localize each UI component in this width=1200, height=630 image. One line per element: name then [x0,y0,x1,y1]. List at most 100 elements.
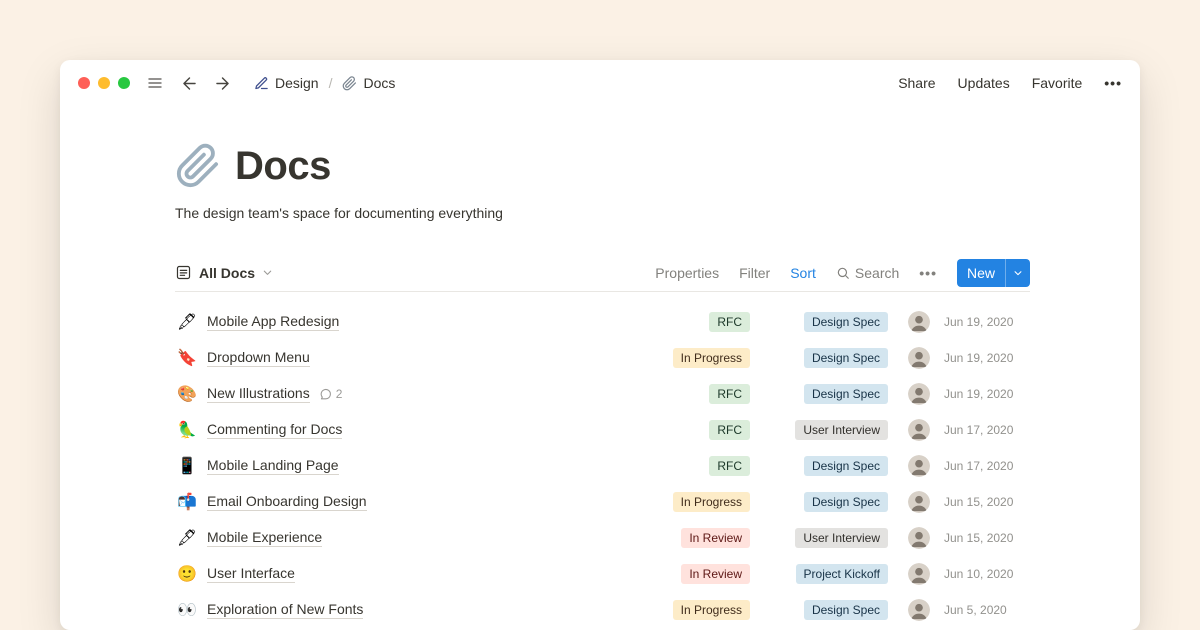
doc-emoji-icon: 🎨 [175,384,199,404]
avatar [908,491,930,513]
new-button-label: New [957,259,1005,287]
doc-title-link[interactable]: Mobile Landing Page [207,457,339,475]
doc-row[interactable]: 🎨 New Illustrations 2 RFC Design Spec Ju… [175,376,1030,412]
doc-date: Jun 19, 2020 [944,387,1030,401]
updates-button[interactable]: Updates [958,75,1010,91]
doc-type-tag: Design Spec [804,600,888,620]
page-header: Docs The design team's space for documen… [175,140,1030,222]
share-button[interactable]: Share [898,75,935,91]
doc-row-meta: In Review User Interview Jun 15, 2020 [632,527,1030,549]
doc-date: Jun 19, 2020 [944,351,1030,365]
more-options-button[interactable]: ••• [1104,75,1122,91]
favorite-button[interactable]: Favorite [1032,75,1083,91]
filter-button[interactable]: Filter [739,265,770,281]
view-toolbar-actions: Properties Filter Sort Search ••• New [655,259,1030,287]
status-tag: RFC [709,456,750,476]
doc-title-link[interactable]: User Interface [207,565,295,583]
breadcrumb-label: Docs [363,75,395,91]
status-tag: In Review [681,564,750,584]
doc-date: Jun 19, 2020 [944,315,1030,329]
doc-row[interactable]: 📱 Mobile Landing Page RFC Design Spec Ju… [175,448,1030,484]
back-button[interactable] [180,74,199,93]
avatar [908,455,930,477]
doc-date: Jun 15, 2020 [944,531,1030,545]
sidebar-toggle-icon[interactable] [146,75,164,91]
close-window-button[interactable] [78,77,90,89]
view-switcher-label: All Docs [199,265,255,281]
status-tag: RFC [709,312,750,332]
doc-row[interactable]: 👀 Exploration of New Fonts In Progress D… [175,592,1030,628]
chevron-down-icon [262,267,273,278]
view-more-button[interactable]: ••• [919,265,937,281]
doc-type-tag: Design Spec [804,348,888,368]
doc-row[interactable]: 🦜 Commenting for Docs RFC User Interview… [175,412,1030,448]
new-button-chevron[interactable] [1006,259,1030,287]
doc-type-tag: Project Kickoff [796,564,888,584]
avatar [908,311,930,333]
paperclip-icon[interactable] [175,143,221,189]
forward-button[interactable] [213,74,232,93]
avatar [908,419,930,441]
page-description[interactable]: The design team's space for documenting … [175,204,1030,222]
doc-date: Jun 17, 2020 [944,423,1030,437]
doc-title-link[interactable]: Dropdown Menu [207,349,310,367]
titlebar-actions: Share Updates Favorite ••• [898,75,1122,91]
new-button[interactable]: New [957,259,1030,287]
doc-list-view-icon [175,264,192,281]
doc-row-meta: In Progress Design Spec Jun 19, 2020 [632,347,1030,369]
doc-row-meta: In Progress Design Spec Jun 5, 2020 [632,599,1030,621]
breadcrumb-label: Design [275,75,319,91]
page-content: Docs The design team's space for documen… [60,140,1140,628]
breadcrumb-item-design[interactable]: Design [250,73,323,93]
doc-title-link[interactable]: New Illustrations [207,385,310,403]
doc-row[interactable]: 🔖 Dropdown Menu In Progress Design Spec … [175,340,1030,376]
status-tag: In Review [681,528,750,548]
doc-row[interactable]: 📬 Email Onboarding Design In Progress De… [175,484,1030,520]
avatar [908,527,930,549]
app-window: Design / Docs Share Updates Favorite ••• [60,60,1140,630]
sort-button[interactable]: Sort [790,265,816,281]
doc-date: Jun 5, 2020 [944,603,1030,617]
minimize-window-button[interactable] [98,77,110,89]
zoom-window-button[interactable] [118,77,130,89]
doc-title-link[interactable]: Mobile Experience [207,529,322,547]
breadcrumb-separator: / [329,75,333,91]
search-label: Search [855,265,899,281]
window-titlebar: Design / Docs Share Updates Favorite ••• [60,60,1140,106]
doc-row[interactable]: 🖋 Mobile Experience In Review User Inter… [175,520,1030,556]
status-tag: RFC [709,384,750,404]
doc-title-link[interactable]: Commenting for Docs [207,421,342,439]
doc-row[interactable]: 🙂 User Interface In Review Project Kicko… [175,556,1030,592]
avatar [908,563,930,585]
doc-type-tag: Design Spec [804,312,888,332]
avatar [908,383,930,405]
search-button[interactable]: Search [836,265,899,281]
doc-type-tag: Design Spec [804,384,888,404]
breadcrumb-item-docs[interactable]: Docs [338,73,399,93]
doc-emoji-icon: 🔖 [175,348,199,368]
doc-row[interactable]: 🖋 Mobile App Redesign RFC Design Spec Ju… [175,304,1030,340]
doc-type-tag: User Interview [795,528,888,548]
doc-row-meta: RFC Design Spec Jun 17, 2020 [632,455,1030,477]
doc-emoji-icon: 📱 [175,456,199,476]
doc-emoji-icon: 🦜 [175,420,199,440]
view-switcher[interactable]: All Docs [175,264,273,281]
doc-type-tag: Design Spec [804,492,888,512]
window-controls [78,77,130,89]
doc-title-link[interactable]: Email Onboarding Design [207,493,367,511]
view-toolbar: All Docs Properties Filter Sort Search •… [175,254,1030,292]
doc-date: Jun 10, 2020 [944,567,1030,581]
doc-row-meta: In Review Project Kickoff Jun 10, 2020 [632,563,1030,585]
avatar [908,599,930,621]
doc-title-link[interactable]: Mobile App Redesign [207,313,339,331]
comment-count: 2 [336,387,343,401]
doc-title-link[interactable]: Exploration of New Fonts [207,601,363,619]
properties-button[interactable]: Properties [655,265,719,281]
status-tag: In Progress [673,600,750,620]
doc-emoji-icon: 👀 [175,600,199,620]
doc-emoji-icon: 📬 [175,492,199,512]
page-title[interactable]: Docs [235,144,331,189]
comment-count-badge[interactable]: 2 [319,387,343,401]
avatar [908,347,930,369]
doc-emoji-icon: 🖋 [175,528,199,548]
